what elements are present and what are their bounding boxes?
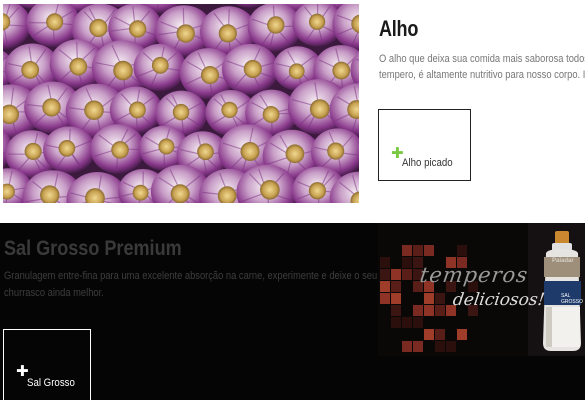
alho-title: Alho — [379, 16, 419, 41]
sal-description-line-2: churrasco ainda melhor. — [4, 287, 104, 299]
bottle-label: SAL GROSSO — [561, 293, 583, 305]
sal-description-line-1: Granulagem entre-fina para uma excelente… — [4, 270, 378, 282]
banner-headline-2: deliciosos! — [451, 290, 546, 310]
alho-picado-button[interactable]: ✚ Alho picado — [378, 109, 471, 181]
alho-picado-label: Alho picado — [402, 157, 453, 169]
sal-grosso-button[interactable]: ✚ Sal Grosso — [3, 329, 91, 401]
bottle-brand: Paladar — [552, 258, 574, 264]
garlic-photo — [3, 4, 359, 203]
alho-description-line-2: tempero, é altamente nutritivo para noss… — [379, 69, 585, 81]
sal-grosso-title: Sal Grosso Premium — [4, 237, 182, 260]
banner-headline-1: temperos — [418, 263, 530, 287]
garlic-image — [3, 4, 359, 203]
alho-description-line-1: O alho que deixa sua comida mais saboros… — [379, 53, 585, 65]
sal-grosso-label: Sal Grosso — [27, 377, 75, 389]
